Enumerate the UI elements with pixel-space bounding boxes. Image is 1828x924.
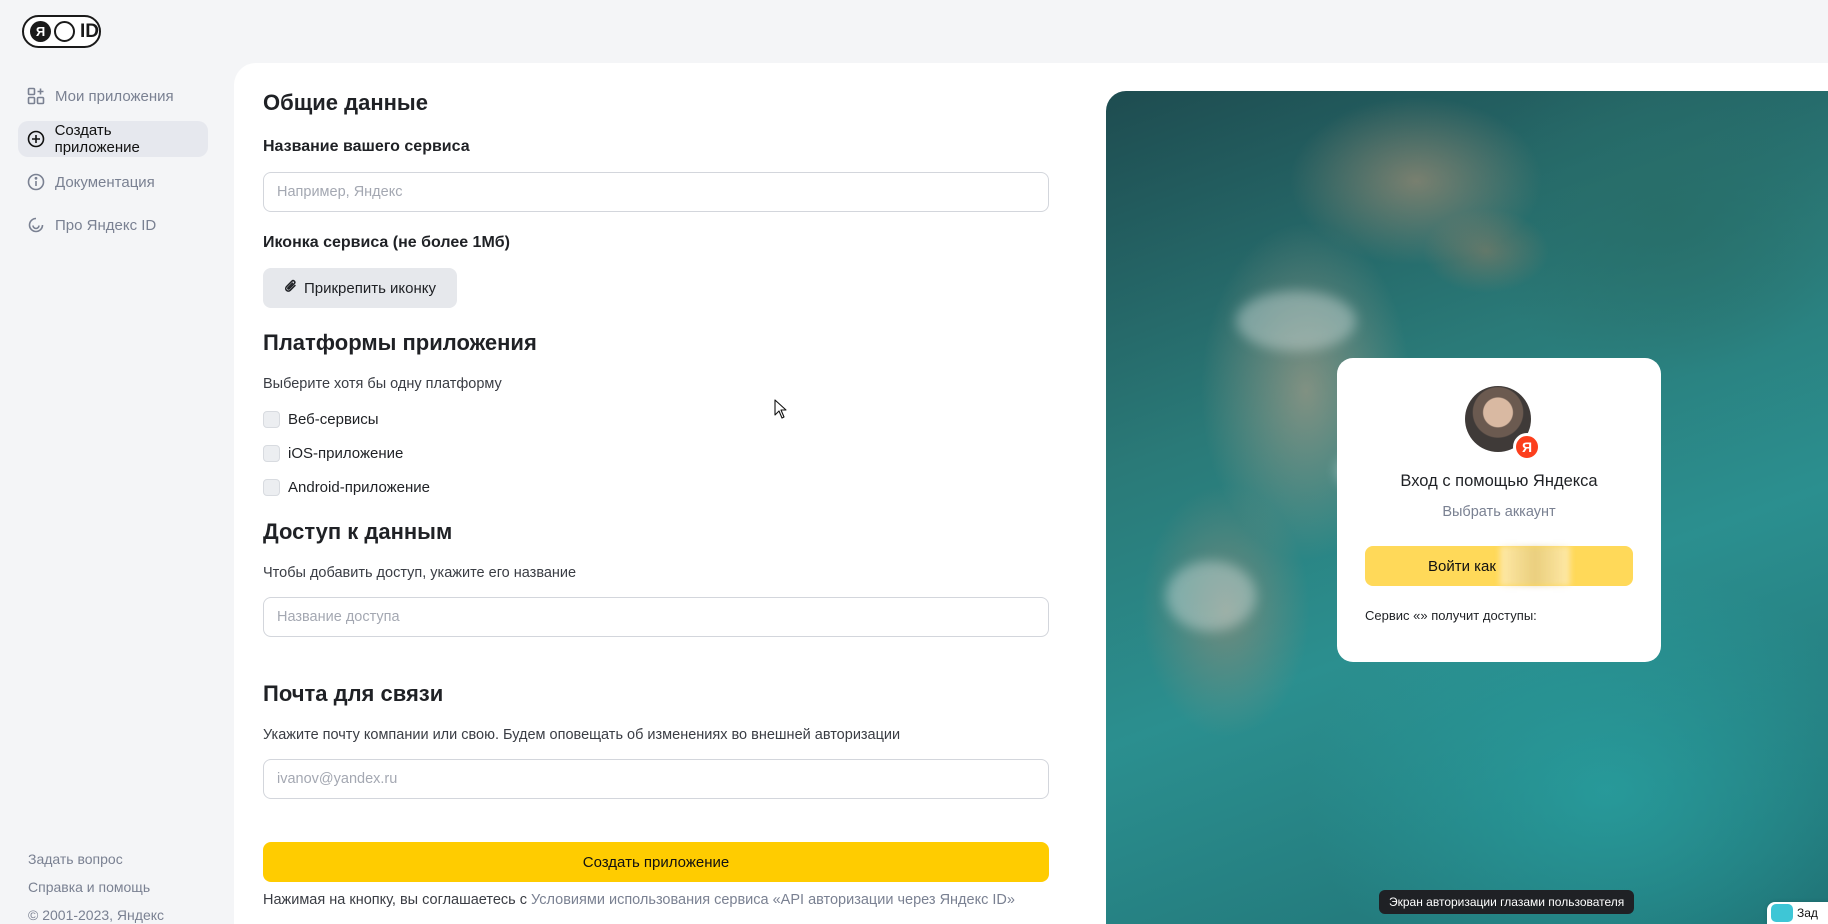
- sidebar-footer: Задать вопрос Справка и помощь © 2001-20…: [28, 850, 164, 924]
- terms-text: Нажимая на кнопку, вы соглашаетесь с Усл…: [263, 892, 1015, 908]
- auth-card-title: Вход с помощью Яндекса: [1400, 472, 1598, 490]
- help-link[interactable]: Справка и помощь: [28, 879, 150, 895]
- platform-option-label: Android-приложение: [288, 478, 431, 496]
- attach-icon-label: Прикрепить иконку: [303, 279, 437, 297]
- plus-circle-icon: [26, 129, 46, 149]
- yandex-badge-icon: Я: [1513, 433, 1541, 461]
- checkbox[interactable]: [263, 410, 280, 428]
- preview-caption: Экран авторизации глазами пользователя: [1379, 890, 1635, 914]
- terms-link[interactable]: Условиями использования сервиса «API авт…: [531, 892, 1015, 908]
- service-name-label: Название вашего сервиса: [263, 138, 470, 155]
- platform-option-ios[interactable]: iOS-приложение: [263, 444, 403, 462]
- section-title-access: Доступ к данным: [263, 519, 453, 544]
- contact-email-input[interactable]: [263, 759, 1049, 799]
- platform-option-label: Веб-сервисы: [288, 410, 379, 428]
- sidebar-item-my-apps[interactable]: Мои приложения: [18, 78, 208, 114]
- checkbox[interactable]: [263, 444, 280, 462]
- paperclip-icon: [284, 278, 298, 298]
- platforms-hint: Выберите хотя бы одну платформу: [263, 376, 502, 392]
- access-note: Сервис «» получит доступы:: [1365, 608, 1537, 623]
- access-hint: Чтобы добавить доступ, укажите его назва…: [263, 565, 577, 581]
- sidebar-item-label: Мои приложения: [55, 87, 174, 105]
- logo-smile-icon: [54, 21, 75, 42]
- chat-icon: [1771, 904, 1793, 922]
- terms-prefix: Нажимая на кнопку, вы соглашаетесь с: [263, 892, 532, 908]
- access-name-input[interactable]: [263, 597, 1049, 637]
- mouse-cursor-icon: [774, 399, 788, 424]
- yandex-id-logo[interactable]: Я ID: [22, 15, 101, 48]
- sidebar-item-label: Создать приложение: [54, 122, 140, 156]
- logo-ya-letter: Я: [30, 21, 51, 42]
- sidebar-nav: Мои приложения Создать приложение Докуме…: [18, 78, 208, 250]
- sidebar-item-docs[interactable]: Документация: [18, 164, 208, 200]
- platform-option-label: iOS-приложение: [288, 444, 404, 462]
- login-as-button[interactable]: Войти как: [1365, 546, 1633, 586]
- info-icon: [26, 172, 46, 192]
- logo-id-text: ID: [80, 20, 99, 42]
- apps-add-icon: [26, 86, 46, 106]
- service-icon-label: Иконка сервиса (не более 1Мб): [263, 234, 510, 251]
- sidebar-item-label: Документация: [55, 173, 155, 191]
- checkbox[interactable]: [263, 478, 280, 496]
- service-name-input[interactable]: [263, 172, 1049, 212]
- sidebar-item-about[interactable]: Про Яндекс ID: [18, 207, 208, 243]
- section-title-platforms: Платформы приложения: [263, 330, 537, 355]
- platform-option-web[interactable]: Веб-сервисы: [263, 410, 379, 428]
- section-title-general: Общие данные: [263, 90, 428, 115]
- attach-icon-button[interactable]: Прикрепить иконку: [263, 268, 457, 308]
- ask-question-link[interactable]: Задать вопрос: [28, 851, 123, 867]
- sidebar-item-label: Про Яндекс ID: [55, 216, 157, 234]
- blurred-username: [1499, 546, 1570, 586]
- choose-account-link[interactable]: Выбрать аккаунт: [1337, 504, 1661, 520]
- platform-option-android[interactable]: Android-приложение: [263, 478, 430, 496]
- create-app-button[interactable]: Создать приложение: [263, 842, 1049, 882]
- sidebar-item-create-app[interactable]: Создать приложение: [18, 121, 208, 157]
- chat-widget[interactable]: Зад: [1767, 902, 1828, 924]
- copyright: © 2001-2023, Яндекс: [28, 907, 165, 923]
- section-title-contact: Почта для связи: [263, 681, 444, 706]
- login-as-label: Войти как: [1428, 557, 1496, 575]
- contact-hint: Укажите почту компании или свою. Будем о…: [263, 727, 901, 743]
- yandex-id-icon: [26, 215, 46, 235]
- auth-preview-card: Я Вход с помощью Яндекса Выбрать аккаунт…: [1337, 358, 1661, 662]
- chat-widget-label: Зад: [1797, 906, 1818, 920]
